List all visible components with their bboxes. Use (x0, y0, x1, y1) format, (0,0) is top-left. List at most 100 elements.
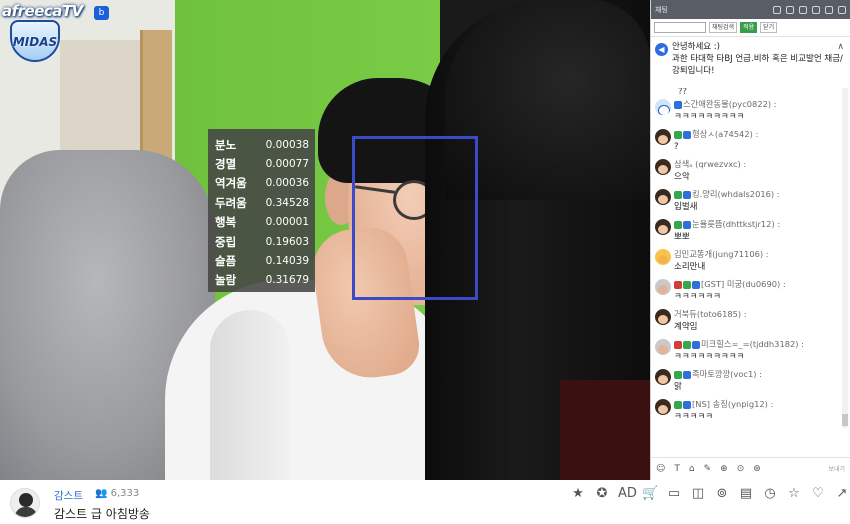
chevron-up-icon[interactable]: ∧ (837, 42, 844, 52)
chat-message: 거북듀(toto6185) : 계약임 (655, 308, 843, 338)
gift-icon[interactable]: ⊕ (720, 464, 728, 474)
chat-username-text[interactable]: 형상ㅅ(a74542) : (692, 128, 758, 141)
chat-message-text: ? (674, 142, 679, 152)
subscriber-badge-icon (692, 280, 700, 289)
share-screen-icon[interactable]: ◫ (690, 486, 706, 502)
broadcast-info-bar: 감스트 👥 6,333 감스트 급 아침방송 ★ ✪ AD 🛒 ▭ ◫ ⊚ ▤ ◷ ☆ ♡ ↗ (0, 480, 850, 524)
chat-username[interactable]: 김민교똥개(jung71106) : (674, 248, 843, 261)
ad-icon[interactable]: AD (618, 486, 637, 502)
chat-message-text: 으악 (674, 172, 690, 182)
setting-icon[interactable]: ⊙ (737, 464, 745, 474)
chat-emoticon-icon[interactable] (799, 5, 807, 14)
pen-icon[interactable]: ✎ (704, 464, 712, 474)
chat-username-text[interactable]: 거북듀(toto6185) : (674, 308, 747, 321)
chat-message-text: 앍 (674, 382, 682, 392)
chat-username[interactable]: 족마토깡깡(voc1) : (674, 368, 843, 381)
chat-username[interactable]: [NS] 송징(ynpig12) : (674, 398, 843, 411)
chat-search-apply-button[interactable]: 적용 (740, 22, 758, 33)
emotion-row: 경멸 0.00077 (215, 154, 309, 173)
user-avatar[interactable] (655, 249, 671, 265)
user-avatar[interactable] (655, 279, 671, 295)
chat-username-text[interactable]: 삼색ₐ (qrwezvxc) : (674, 158, 746, 171)
chat-username-text[interactable]: 김민교똥개(jung71106) : (674, 248, 769, 261)
user-avatar[interactable] (655, 309, 671, 325)
like-icon[interactable]: ♡ (810, 486, 826, 502)
user-avatar[interactable] (655, 129, 671, 145)
user-avatar[interactable] (655, 159, 671, 175)
emotion-value: 0.00038 (265, 138, 309, 151)
streamer-avatar[interactable] (10, 488, 40, 518)
chat-message: 김민교똥개(jung71106) : 소리만내 (655, 248, 843, 278)
emotion-value: 0.34528 (265, 196, 309, 209)
chat-username[interactable]: 킹.양리(whdals2016) : (674, 188, 843, 201)
home-icon[interactable]: ⌂ (689, 464, 695, 474)
share-icon[interactable]: ↗ (834, 486, 850, 502)
chat-username-text[interactable]: 눈율릇뜸(dhttkstjr12) : (692, 218, 780, 231)
chat-message: 족마토깡깡(voc1) : 앍 (655, 368, 843, 398)
chat-username-text[interactable]: [GST] 미궁(du0690) : (701, 278, 786, 291)
globe-icon[interactable]: ⊛ (753, 464, 761, 474)
user-avatar[interactable] (655, 219, 671, 235)
chat-username-text[interactable]: 미크힐스=_=(tjddh3182) : (701, 338, 804, 351)
chat-message-text: 입벌새 (674, 202, 698, 212)
scrollbar-thumb[interactable] (842, 414, 848, 426)
emotion-label: 행복 (215, 215, 237, 230)
emotion-scores-panel: 분노 0.00038 경멸 0.00077 역겨움 0.00036 두려움 0.3452… (208, 129, 315, 292)
history-icon[interactable]: ◷ (762, 486, 778, 502)
chat-search-input[interactable] (654, 22, 706, 33)
send-button[interactable]: 보내기 (828, 464, 845, 473)
subscriber-badge-icon (683, 370, 691, 379)
text-style-icon[interactable]: T (674, 464, 680, 474)
user-avatar[interactable] (655, 189, 671, 205)
user-avatar[interactable] (655, 399, 671, 415)
video-player[interactable]: afreecaTV b MIDAS 분노 0.00038 경멸 0.00077 역겨… (0, 0, 650, 480)
red-fabric (560, 380, 650, 480)
emotion-row: 중립 0.19603 (215, 232, 309, 251)
quick-view-icon[interactable]: ⊚ (714, 486, 730, 502)
fan-badge-icon (674, 400, 682, 409)
chat-setting-icon[interactable] (773, 5, 781, 14)
chat-fold-icon[interactable] (825, 5, 833, 14)
notice-speaker-icon: ◀ (655, 43, 668, 56)
user-avatar[interactable] (655, 99, 671, 115)
chat-username-text[interactable]: 족마토깡깡(voc1) : (692, 368, 762, 381)
star-badge-icon[interactable]: ✪ (594, 486, 610, 502)
subscriber-badge-icon (683, 130, 691, 139)
chat-username[interactable]: 거북듀(toto6185) : (674, 308, 843, 321)
emotion-row: 역겨움 0.00036 (215, 174, 309, 193)
emotion-value: 0.00077 (265, 158, 309, 171)
emotion-value: 0.00036 (265, 177, 309, 190)
chat-username[interactable]: 눈율릇뜸(dhttkstjr12) : (674, 218, 843, 231)
emoticon-icon[interactable]: ☺ (656, 464, 665, 474)
shirt-shadow (210, 310, 290, 480)
afreecatv-logo-text: afreecaTV (2, 2, 83, 20)
chat-username[interactable]: [GST] 미궁(du0690) : (674, 278, 843, 291)
vod-icon[interactable]: ▤ (738, 486, 754, 502)
chat-username-text[interactable]: 스간애완동물(pyc0822) : (683, 98, 777, 111)
chat-message: 형상ㅅ(a74542) :? (655, 128, 843, 158)
chat-username[interactable]: 미크힐스=_=(tjddh3182) : (674, 338, 843, 351)
chat-close-icon[interactable] (838, 5, 846, 14)
chat-username-text[interactable]: 킹.양리(whdals2016) : (692, 188, 780, 201)
favorite-icon[interactable]: ☆ (786, 486, 802, 502)
shop-icon[interactable]: 🛒 (642, 486, 658, 502)
chat-gift-icon[interactable] (812, 5, 820, 14)
chat-search-close-button[interactable]: 닫기 (760, 22, 778, 33)
heart-badge-icon (674, 340, 682, 349)
chat-scrollbar[interactable] (842, 88, 848, 428)
chat-tab-label[interactable]: 채팅 (655, 5, 668, 15)
user-avatar[interactable] (655, 339, 671, 355)
chat-user-icon[interactable] (786, 5, 794, 14)
chat-username[interactable]: 삼색ₐ (qrwezvxc) : (674, 158, 843, 171)
background-shelf (140, 30, 172, 160)
subscriber-badge-icon (692, 340, 700, 349)
chat-username-text[interactable]: [NS] 송징(ynpig12) : (692, 398, 773, 411)
clip-icon[interactable]: ▭ (666, 486, 682, 502)
bookmark-icon[interactable]: ★ (570, 486, 586, 502)
chat-username[interactable]: 형상ㅅ(a74542) : (674, 128, 843, 141)
chat-search-option[interactable]: 채팅검색 (709, 22, 738, 33)
chat-username[interactable]: 스간애완동물(pyc0822) : (674, 98, 843, 111)
user-avatar[interactable] (655, 369, 671, 385)
streamer-name[interactable]: 감스트 (54, 488, 83, 503)
chat-message-text: ㅋㅋㅋㅋㅋ (674, 412, 714, 422)
